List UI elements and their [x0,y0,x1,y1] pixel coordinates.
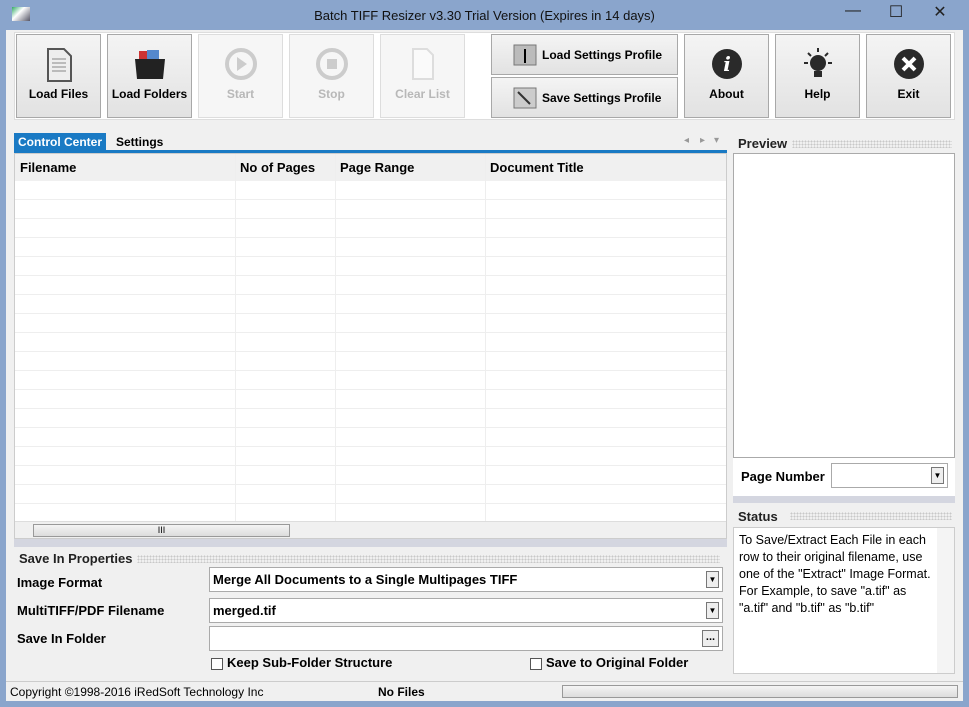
image-format-label: Image Format [17,575,103,590]
save-settings-profile-button[interactable]: Save Settings Profile [491,77,678,118]
tab-settings[interactable]: Settings [112,133,167,151]
table-row[interactable] [15,257,726,276]
dropdown-arrow-icon[interactable]: ▼ [706,571,719,588]
folder-download-icon [513,44,537,66]
keep-sub-folder-checkbox[interactable]: Keep Sub-Folder Structure [211,655,392,670]
load-settings-profile-button[interactable]: Load Settings Profile [491,34,678,75]
tab-bar: Control Center Settings ◂ ▸ ▾ [14,133,727,153]
start-label: Start [226,87,255,101]
status-vertical-scrollbar[interactable] [937,528,954,673]
column-header-document-title[interactable]: Document Title [485,154,726,181]
table-row[interactable] [15,466,726,485]
table-row[interactable] [15,390,726,409]
table-row[interactable] [15,238,726,257]
exit-label: Exit [897,87,920,101]
clear-list-label: Clear List [395,87,450,101]
file-count: No Files [378,685,425,699]
about-label: About [709,87,744,101]
horizontal-scrollbar[interactable]: III [15,521,726,538]
status-bar: Copyright ©1998-2016 iRedSoft Technology… [6,681,963,701]
help-label: Help [804,87,831,101]
table-row[interactable] [15,219,726,238]
page-number-label: Page Number [741,469,825,484]
file-grid[interactable]: Filename No of Pages Page Range Document… [14,153,727,539]
splitter[interactable] [14,539,727,547]
browse-button[interactable]: ... [702,630,719,647]
load-files-label: Load Files [28,87,89,101]
save-settings-profile-label: Save Settings Profile [542,91,662,105]
save-folder-label: Save In Folder [17,631,106,646]
title-bar: Batch TIFF Resizer v3.30 Trial Version (… [0,0,969,30]
about-button[interactable]: i About [684,34,769,118]
column-header-no-of-pages[interactable]: No of Pages [235,154,335,181]
status-text: To Save/Extract Each File in each row to… [733,527,955,674]
progress-bar [562,685,958,698]
dropdown-arrow-icon[interactable]: ▼ [706,602,719,619]
stop-button[interactable]: Stop [289,34,374,118]
maximize-button[interactable]: ☐ [881,2,911,24]
clear-list-button[interactable]: Clear List [380,34,465,118]
tab-prev-arrow-icon[interactable]: ◂ [684,135,689,146]
table-row[interactable] [15,295,726,314]
exit-button[interactable]: Exit [866,34,951,118]
preview-pane [733,153,955,458]
table-row[interactable] [15,314,726,333]
preview-title: Preview [738,136,788,151]
copyright-text: Copyright ©1998-2016 iRedSoft Technology… [10,685,264,699]
table-row[interactable] [15,200,726,219]
table-row[interactable] [15,409,726,428]
table-row[interactable] [15,447,726,466]
table-row[interactable] [15,276,726,295]
table-row[interactable] [15,485,726,504]
column-header-filename[interactable]: Filename [15,154,235,181]
table-row[interactable] [15,352,726,371]
status-title: Status [738,509,778,524]
load-folders-label: Load Folders [111,87,188,101]
help-button[interactable]: Help [775,34,860,118]
stop-icon [315,48,348,80]
exit-x-icon [893,49,924,79]
save-in-properties-title: Save In Properties [19,551,133,566]
save-to-original-folder-checkbox[interactable]: Save to Original Folder [530,655,688,670]
tab-menu-icon[interactable]: ▾ [714,135,719,146]
table-row[interactable] [15,428,726,447]
image-format-select[interactable]: Merge All Documents to a Single Multipag… [209,567,723,592]
window-title: Batch TIFF Resizer v3.30 Trial Version (… [314,8,655,23]
save-folder-input[interactable]: ... [209,626,723,651]
folder-hammer-icon [513,87,537,109]
lightbulb-icon [803,48,832,77]
load-folders-button[interactable]: Load Folders [107,34,192,118]
scrollbar-thumb[interactable]: III [33,524,290,537]
start-button[interactable]: Start [198,34,283,118]
table-row[interactable] [15,181,726,200]
image-format-value: Merge All Documents to a Single Multipag… [213,572,518,587]
filename-combo[interactable]: merged.tif ▼ [209,598,723,623]
stop-label: Stop [318,87,345,101]
tab-control-center[interactable]: Control Center [14,133,106,151]
play-icon [224,48,257,80]
close-button[interactable]: ✕ [925,2,955,24]
blank-page-icon [411,48,434,80]
filename-label: MultiTIFF/PDF Filename [17,603,165,618]
dropdown-arrow-icon[interactable]: ▼ [931,467,944,484]
filename-value: merged.tif [213,603,276,618]
document-icon [46,48,72,82]
svg-text:i: i [723,52,731,76]
column-header-page-range[interactable]: Page Range [335,154,485,181]
load-files-button[interactable]: Load Files [16,34,101,118]
checkbox-box[interactable] [530,657,542,670]
table-row[interactable] [15,371,726,390]
minimize-button[interactable]: — [838,2,868,24]
table-row[interactable] [15,333,726,352]
info-icon: i [711,49,742,79]
checkbox-box[interactable] [211,657,223,670]
page-number-select[interactable]: ▼ [831,463,948,488]
tab-next-arrow-icon[interactable]: ▸ [700,135,705,146]
folder-icon [134,50,165,79]
load-settings-profile-label: Load Settings Profile [542,48,663,62]
